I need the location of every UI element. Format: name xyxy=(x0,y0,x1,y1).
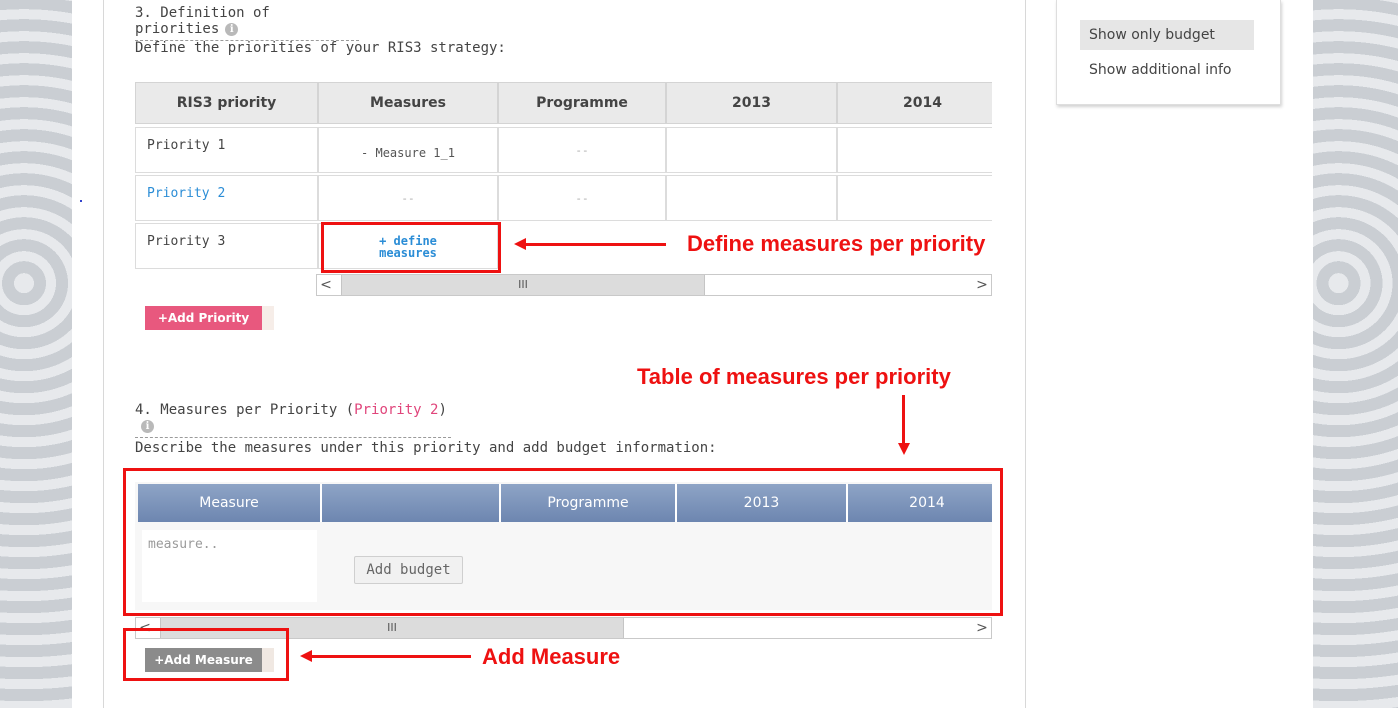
selected-priority-link[interactable]: Priority 2 xyxy=(354,402,438,418)
section-3-title: 3. Definition of priorities i xyxy=(135,5,359,41)
priority-1-2013-cell xyxy=(666,127,837,173)
column-header-2013: 2013 xyxy=(666,82,837,124)
add-measure-arrow-line xyxy=(310,655,471,658)
show-additional-info-option[interactable]: Show additional info xyxy=(1080,55,1231,85)
priority-1-2014-cell xyxy=(837,127,992,173)
section-3-title-text: 3. Definition of priorities xyxy=(135,5,270,37)
content-right-border xyxy=(1025,0,1026,708)
content-left-border xyxy=(103,0,104,708)
add-measure-arrow-head-icon xyxy=(300,650,312,662)
priority-2-cell[interactable]: Priority 2 xyxy=(135,175,318,221)
scrollbar-thumb[interactable]: III xyxy=(341,275,705,295)
priority-2-programme: -- xyxy=(498,175,666,221)
column-header-programme: Programme xyxy=(498,82,666,124)
priority-2-2013-cell xyxy=(666,175,837,221)
priority-1-cell[interactable]: Priority 1 xyxy=(135,127,318,173)
section-3-description: Define the priorities of your RIS3 strat… xyxy=(135,40,506,56)
info-icon[interactable]: i xyxy=(225,23,239,36)
add-measure-annotation: Add Measure xyxy=(482,644,621,669)
table-of-measures-annotation: Table of measures per priority xyxy=(637,364,951,389)
section-4-title-close: ) xyxy=(438,402,447,418)
show-only-budget-option[interactable]: Show only budget xyxy=(1080,20,1254,50)
define-measures-arrow-line xyxy=(524,243,666,246)
background-pattern-right xyxy=(1313,0,1398,708)
add-priority-button-shadow xyxy=(262,306,274,330)
section-4-title: 4. Measures per Priority (Priority 2) i xyxy=(135,402,451,438)
table-of-measures-arrow-line xyxy=(902,395,905,443)
stray-dot xyxy=(80,200,82,202)
measures-table-highlight-box xyxy=(123,468,1003,616)
priority-2-2014-cell xyxy=(837,175,992,221)
column-header-2014: 2014 xyxy=(837,82,992,124)
section-4-title-text: 4. Measures per Priority ( xyxy=(135,402,355,418)
info-icon[interactable]: i xyxy=(141,420,154,433)
background-pattern-left xyxy=(0,0,80,708)
scroll-right-arrow-icon[interactable]: > xyxy=(973,618,991,638)
table-of-measures-arrow-head-icon xyxy=(898,443,910,455)
scroll-left-arrow-icon[interactable]: < xyxy=(317,275,335,295)
define-measures-arrow-head-icon xyxy=(514,238,526,250)
define-measures-annotation: Define measures per priority xyxy=(687,231,986,256)
column-header-measures: Measures xyxy=(318,82,498,124)
add-measure-highlight-box xyxy=(123,628,289,681)
priority-1-programme: -- xyxy=(498,127,666,173)
column-header-ris3-priority: RIS3 priority xyxy=(135,82,318,124)
view-options-panel: Show only budget Show additional info xyxy=(1056,0,1281,105)
priority-3-cell[interactable]: Priority 3 xyxy=(135,223,318,269)
scroll-right-arrow-icon[interactable]: > xyxy=(973,275,991,295)
define-measures-highlight-box xyxy=(321,222,501,273)
priority-1-measure: - Measure 1_1 xyxy=(318,127,498,173)
priority-2-measure: -- xyxy=(318,175,498,221)
section-4-description: Describe the measures under this priorit… xyxy=(135,440,717,456)
priorities-table-scrollbar[interactable]: < III > xyxy=(316,274,992,296)
add-priority-button[interactable]: +Add Priority xyxy=(145,306,262,330)
